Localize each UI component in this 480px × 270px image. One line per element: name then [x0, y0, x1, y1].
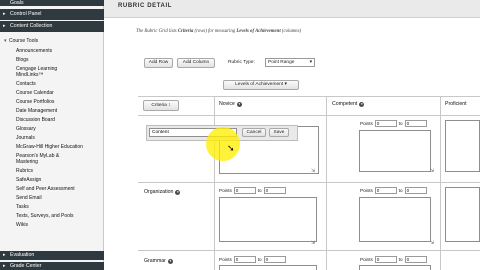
sort-icon: ↕ [168, 103, 171, 108]
grid-top-border [138, 96, 480, 97]
competent-points-range: Points 0 to 0 [360, 187, 427, 194]
sidebar-item-self-peer[interactable]: Self and Peer Assessment [16, 186, 75, 192]
competent-description-textarea[interactable] [359, 197, 431, 242]
chevron-right-icon: ▸ [3, 11, 6, 17]
rubric-type-label: Rubric Type: [228, 60, 255, 65]
column-header-competent[interactable]: Competent ▾ [332, 101, 365, 107]
sidebar-item-glossary[interactable]: Glossary [16, 126, 36, 132]
sidebar-item-course-portfolios[interactable]: Course Portfolios [16, 99, 54, 105]
points-from-input[interactable]: 0 [374, 256, 397, 263]
sidebar-section-grade-center[interactable]: ▸ Grade Center [0, 262, 104, 270]
novice-points-range: Points 0 to 0 [219, 187, 286, 194]
chevron-down-icon[interactable]: ▾ [359, 101, 365, 107]
sidebar-item-safeassign[interactable]: SafeAssign [16, 177, 41, 183]
mouse-pointer-icon: ➘ [227, 143, 235, 153]
points-to-input[interactable]: 0 [263, 256, 286, 263]
sidebar-item-tasks[interactable]: Tasks [16, 204, 29, 210]
sidebar-item-send-email[interactable]: Send Email [16, 195, 42, 201]
chevron-down-icon[interactable]: ▾ [4, 38, 7, 44]
sidebar-item-date-management[interactable]: Date Management [16, 108, 57, 114]
novice-description-textarea[interactable] [219, 197, 317, 242]
grid-column-divider [326, 96, 327, 270]
sidebar-item-tests-surveys[interactable]: Tests, Surveys, and Pools [16, 213, 74, 219]
points-to-input[interactable]: 0 [404, 256, 427, 263]
row-header-organization[interactable]: Organization ▾ [144, 189, 181, 195]
sidebar-item-mcgraw-hill[interactable]: McGraw-Hill Higher Education [16, 144, 83, 150]
sidebar-section-goals[interactable]: Goals [0, 0, 104, 6]
sidebar-section-content-collection[interactable]: ▸ Content Collection [0, 21, 104, 32]
sidebar-item-mindlinks[interactable]: MindLinks™ [16, 72, 44, 78]
points-to-input[interactable]: 0 [404, 120, 427, 127]
row-header-grammar[interactable]: Grammar ▾ [144, 258, 173, 264]
chevron-down-icon[interactable]: ▾ [236, 101, 242, 107]
course-menu-sidebar: Goals ▸ Control Panel ▸ Content Collecti… [0, 0, 104, 270]
grid-row-divider [138, 250, 480, 251]
sidebar-item-discussion-board[interactable]: Discussion Board [16, 117, 55, 123]
resize-handle-icon[interactable]: ⇲ [311, 240, 315, 246]
chevron-down-icon[interactable]: ▾ [175, 189, 181, 195]
chevron-right-icon: ▸ [3, 252, 6, 258]
chevron-down-icon: ▾ [309, 60, 312, 65]
points-to-input[interactable]: 0 [404, 187, 427, 194]
page-title: RUBRIC DETAIL [118, 3, 173, 9]
rubric-type-select[interactable]: Point Range ▾ [265, 58, 315, 67]
sidebar-section-evaluation[interactable]: ▸ Evaluation [0, 251, 104, 260]
sidebar-item-blogs[interactable]: Blogs [16, 57, 29, 63]
chevron-right-icon: ▸ [3, 23, 6, 29]
sidebar-section-control-panel[interactable]: ▸ Control Panel [0, 9, 104, 20]
competent-description-textarea[interactable] [359, 130, 431, 172]
column-header-novice[interactable]: Novice ▾ [219, 101, 242, 107]
points-from-input[interactable]: 0 [233, 187, 256, 194]
novice-description-textarea[interactable] [219, 265, 317, 270]
sidebar-item-mastering[interactable]: Mastering [16, 159, 38, 165]
sidebar-item-contacts[interactable]: Contacts [16, 81, 36, 87]
rubric-detail-panel: RUBRIC DETAIL The Rubric Grid lists Crit… [104, 0, 480, 270]
grid-column-divider [214, 96, 215, 270]
grid-row-divider [138, 182, 480, 183]
proficient-description-textarea[interactable] [445, 120, 480, 172]
resize-handle-icon[interactable]: ⇲ [311, 168, 315, 174]
cancel-button[interactable]: Cancel [242, 128, 266, 137]
novice-points-range: Points 0 to 0 [219, 256, 286, 263]
add-column-button[interactable]: Add Column [177, 58, 215, 68]
sidebar-item-rubrics[interactable]: Rubrics [16, 168, 33, 174]
points-from-input[interactable]: 0 [374, 187, 397, 194]
sidebar-item-announcements[interactable]: Announcements [16, 48, 52, 54]
sidebar-section-course-tools[interactable]: Course Tools [9, 38, 38, 44]
criteria-button[interactable]: Criteria ↕ [143, 100, 179, 111]
chevron-right-icon: ▸ [3, 263, 6, 269]
cursor-highlight [206, 127, 240, 161]
sort-icon: ▾ [284, 82, 287, 87]
grid-column-divider [440, 96, 441, 270]
competent-points-range: Points 0 to 0 [360, 120, 427, 127]
sidebar-item-wikis[interactable]: Wikis [16, 222, 28, 228]
resize-handle-icon[interactable]: ⇲ [430, 168, 434, 174]
levels-of-achievement-button[interactable]: Levels of Achievement ▾ [223, 80, 299, 90]
save-button[interactable]: Save [269, 128, 289, 137]
chevron-down-icon[interactable]: ▾ [167, 258, 173, 264]
column-header-proficient[interactable]: Proficient [445, 101, 467, 107]
sidebar-item-course-calendar[interactable]: Course Calendar [16, 90, 54, 96]
add-row-button[interactable]: Add Row [144, 58, 173, 68]
grid-row-divider [138, 115, 480, 116]
points-from-input[interactable]: 0 [233, 256, 256, 263]
rubric-grid-instructions: The Rubric Grid lists Criteria (rows) fo… [136, 29, 302, 34]
points-to-input[interactable]: 0 [263, 187, 286, 194]
competent-description-textarea[interactable] [359, 265, 431, 270]
proficient-description-textarea[interactable] [445, 187, 480, 242]
points-from-input[interactable]: 0 [374, 120, 397, 127]
sidebar-item-journals[interactable]: Journals [16, 135, 35, 141]
resize-handle-icon[interactable]: ⇲ [430, 240, 434, 246]
competent-points-range: Points 0 to 0 [360, 256, 427, 263]
